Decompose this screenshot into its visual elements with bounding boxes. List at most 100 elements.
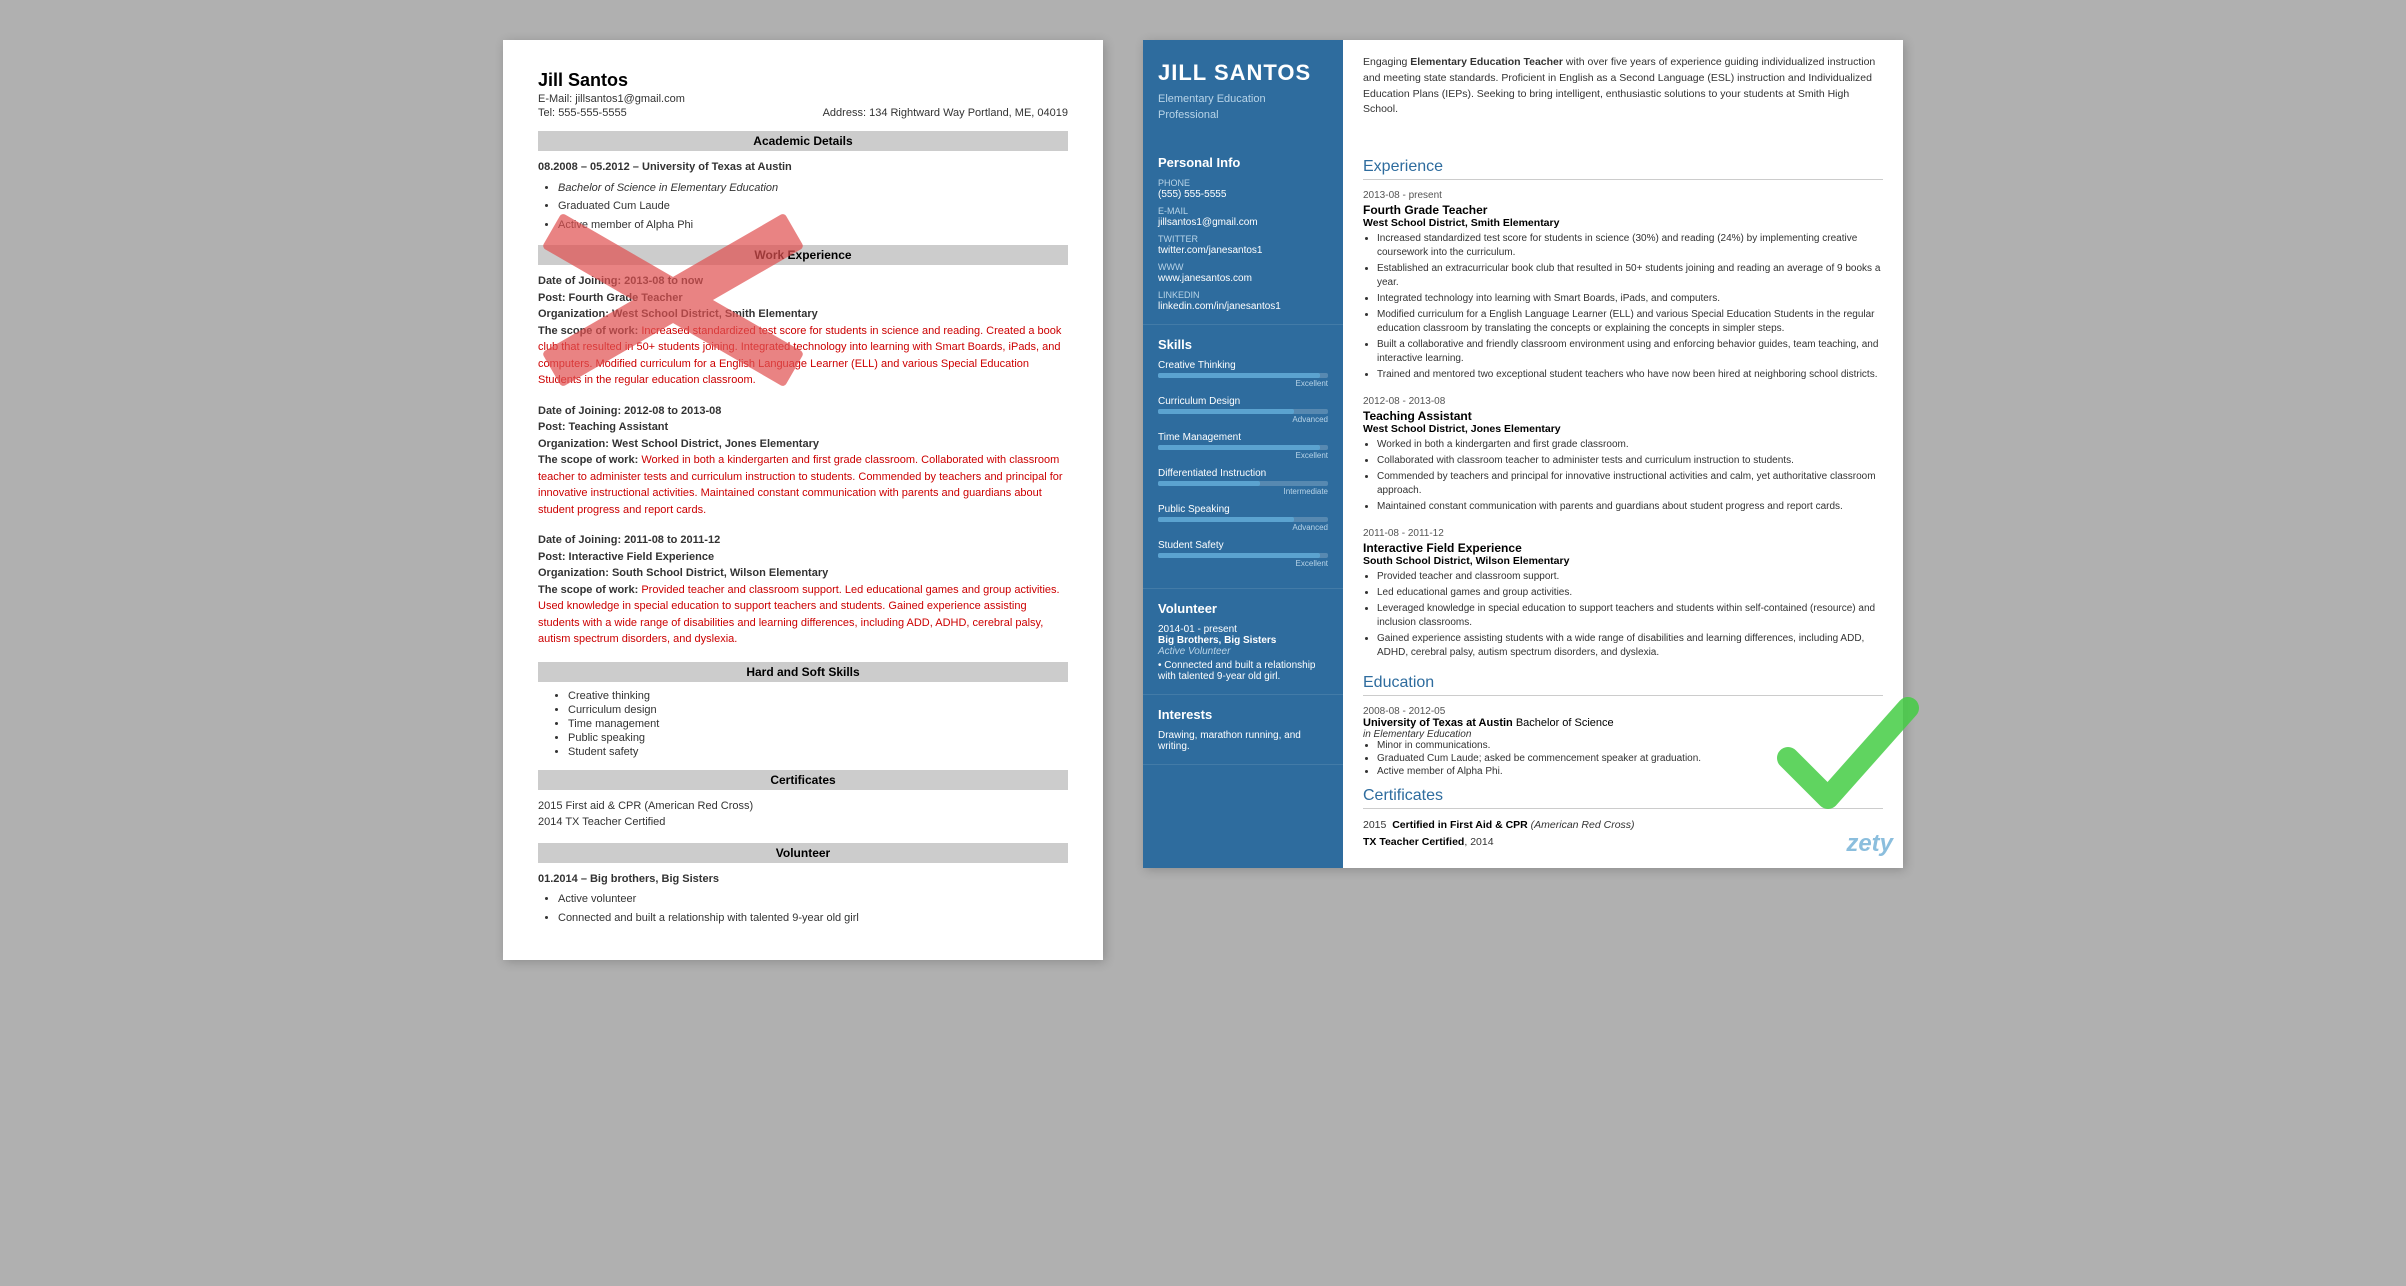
skills-list: Creative thinking Curriculum design Time… [538, 690, 1068, 758]
job1-post: Post: Fourth Grade Teacher [538, 292, 683, 304]
edu-right-bullets: Minor in communications. Graduated Cum L… [1363, 740, 1883, 777]
address-value: Address: 134 Rightward Way Portland, ME,… [823, 107, 1068, 119]
exp-b1-4: Modified curriculum for a English Langua… [1377, 308, 1883, 336]
exp-date-3: 2011-08 - 2011-12 [1363, 528, 1883, 539]
email-label-r: E-mail [1158, 206, 1328, 216]
exp-bullets-1: Increased standardized test score for st… [1363, 232, 1883, 382]
job1-scope: The scope of work: Increased standardize… [538, 323, 1068, 389]
job3-date: Date of Joining: 2011-08 to 2011-12 [538, 534, 720, 546]
left-email-line: E-Mail: jillsantos1@gmail.com [538, 93, 1068, 105]
edu-bullets: Bachelor of Science in Elementary Educat… [538, 180, 1068, 234]
work-content: Date of Joining: 2013-08 to now Post: Fo… [538, 273, 1068, 648]
job2-org: Organization: West School District, Jone… [538, 438, 819, 450]
address-text: 134 Rightward Way Portland, ME, 04019 [869, 107, 1068, 119]
volunteer-date: 01.2014 – Big brothers, Big Sisters [538, 873, 719, 885]
volunteer-content: 01.2014 – Big brothers, Big Sisters Acti… [538, 871, 1068, 927]
job2-date: Date of Joining: 2012-08 to 2013-08 [538, 405, 721, 417]
skills-section-title: Hard and Soft Skills [538, 662, 1068, 682]
exp-b2-2: Collaborated with classroom teacher to a… [1377, 454, 1883, 468]
skill-bar-fill-4 [1158, 481, 1260, 486]
exp-b1-2: Established an extracurricular book club… [1377, 262, 1883, 290]
exp-org-rest-3: , Wilson Elementary [1470, 555, 1570, 567]
edu-degree: Bachelor of Science in Elementary Educat… [558, 180, 1068, 197]
email-value: jillsantos1@gmail.com [575, 93, 685, 105]
exp-b3-2: Led educational games and group activiti… [1377, 586, 1883, 600]
linkedin-value: linkedin.com/in/janesantos1 [1158, 301, 1328, 312]
volunteer-role-r: Active Volunteer [1158, 646, 1328, 657]
skill-item-3: Time Management Excellent [1158, 432, 1328, 460]
skill-bar-bg-1 [1158, 373, 1328, 378]
exp-b3-3: Leveraged knowledge in special education… [1377, 602, 1883, 630]
exp-bullets-2: Worked in both a kindergarten and first … [1363, 438, 1883, 514]
skill-item-1: Creative Thinking Excellent [1158, 360, 1328, 388]
job3-scope: The scope of work: Provided teacher and … [538, 582, 1068, 648]
volunteer-title-r: Volunteer [1158, 601, 1328, 616]
skill-level-5: Advanced [1158, 523, 1328, 532]
cert-item-2: TX Teacher Certified, 2014 [1363, 836, 1883, 848]
exp-b3-4: Gained experience assisting students wit… [1377, 632, 1883, 660]
exp-org-2: West School District, Jones Elementary [1363, 423, 1883, 435]
exp-b2-3: Commended by teachers and principal for … [1377, 470, 1883, 498]
www-label: WWW [1158, 262, 1328, 272]
work-item-3: Date of Joining: 2011-08 to 2011-12 Post… [538, 532, 1068, 648]
tel-line: Tel: 555-555-5555 [538, 107, 627, 119]
skill-3: Time management [568, 718, 1068, 730]
skill-bar-fill-1 [1158, 373, 1320, 378]
right-title-line1: Elementary Education [1158, 93, 1266, 105]
exp-title-2: Teaching Assistant [1363, 409, 1883, 423]
academic-section-title: Academic Details [538, 131, 1068, 151]
right-title: Elementary Education Professional [1158, 92, 1328, 123]
www-value: www.janesantos.com [1158, 273, 1328, 284]
right-main: Experience 2013-08 - present Fourth Grad… [1343, 143, 1903, 868]
education-section-r: Education 2008-08 - 2012-05 University o… [1363, 674, 1883, 777]
skill-item-5: Public Speaking Advanced [1158, 504, 1328, 532]
volunteer-bullets: Active volunteer Connected and built a r… [538, 891, 1068, 926]
exp-b1-3: Integrated technology into learning with… [1377, 292, 1883, 306]
skill-bar-bg-6 [1158, 553, 1328, 558]
exp-org-rest-1: , Smith Elementary [1465, 217, 1560, 229]
edu-school-r: University of Texas at Austin [1363, 717, 1513, 729]
certs-content: 2015 First aid & CPR (American Red Cross… [538, 798, 1068, 831]
certs-section-title: Certificates [538, 770, 1068, 790]
volunteer-section-title: Volunteer [538, 843, 1068, 863]
summary-bold: Elementary Education Teacher [1410, 56, 1563, 68]
email-label: E-Mail: [538, 93, 572, 105]
exp-item-1: 2013-08 - present Fourth Grade Teacher W… [1363, 190, 1883, 382]
exp-item-2: 2012-08 - 2013-08 Teaching Assistant Wes… [1363, 396, 1883, 514]
edu-item: 08.2008 – 05.2012 – University of Texas … [538, 159, 1068, 233]
exp-b3-1: Provided teacher and classroom support. [1377, 570, 1883, 584]
work-item-1: Date of Joining: 2013-08 to now Post: Fo… [538, 273, 1068, 389]
cert-1: 2015 First aid & CPR (American Red Cross… [538, 798, 1068, 815]
page-container: Jill Santos E-Mail: jillsantos1@gmail.co… [503, 40, 1903, 960]
edu-b1: Minor in communications. [1377, 740, 1883, 751]
edu-school: University of Texas at Austin [642, 161, 792, 173]
right-header: JILL SANTOS Elementary Education Profess… [1143, 40, 1903, 143]
linkedin-label: LinkedIn [1158, 290, 1328, 300]
exp-org-1: West School District, Smith Elementary [1363, 217, 1883, 229]
phone-label: Phone [1158, 178, 1328, 188]
job1-org: Organization: West School District, Smit… [538, 308, 818, 320]
zety-watermark: zety [1846, 830, 1893, 858]
exp-org-bold-3: South School District [1363, 555, 1470, 567]
cert-item-1: 2015 Certified in First Aid & CPR (Ameri… [1363, 819, 1883, 831]
skills-title-r: Skills [1158, 337, 1328, 352]
exp-b1-1: Increased standardized test score for st… [1377, 232, 1883, 260]
job3-org: Organization: South School District, Wil… [538, 567, 828, 579]
experience-section: Experience 2013-08 - present Fourth Grad… [1363, 158, 1883, 660]
right-name: JILL SANTOS [1158, 60, 1328, 86]
skill-2: Curriculum design [568, 704, 1068, 716]
personal-info-title: Personal Info [1158, 155, 1328, 170]
skill-level-2: Advanced [1158, 415, 1328, 424]
exp-b1-5: Built a collaborative and friendly class… [1377, 338, 1883, 366]
cert-org-1: (American Red Cross) [1531, 819, 1635, 831]
edu-date: 08.2008 – 05.2012 – [538, 161, 639, 173]
exp-title-1: Fourth Grade Teacher [1363, 203, 1883, 217]
right-body: Personal Info Phone (555) 555-5555 E-mai… [1143, 143, 1903, 868]
skill-bar-bg-5 [1158, 517, 1328, 522]
volunteer-section-r: Volunteer 2014-01 - present Big Brothers… [1143, 589, 1343, 695]
exp-org-bold-1: West School District [1363, 217, 1465, 229]
exp-item-3: 2011-08 - 2011-12 Interactive Field Expe… [1363, 528, 1883, 660]
skills-section-r: Skills Creative Thinking Excellent Curri… [1143, 325, 1343, 589]
left-address-line: Tel: 555-555-5555 Address: 134 Rightward… [538, 107, 1068, 119]
right-header-left: JILL SANTOS Elementary Education Profess… [1143, 40, 1343, 143]
